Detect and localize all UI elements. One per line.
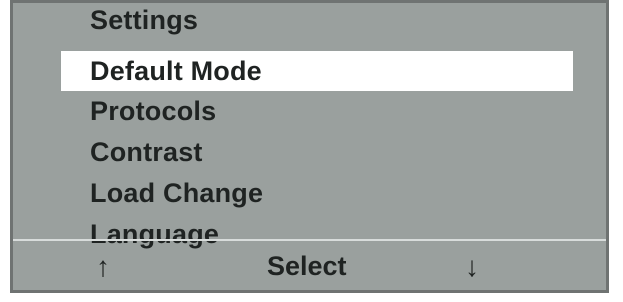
- lcd-screen: Settings Default Mode Protocols Contrast…: [10, 0, 609, 293]
- menu-item-default-mode[interactable]: Default Mode: [61, 51, 573, 91]
- down-arrow-icon[interactable]: ↓: [465, 243, 479, 290]
- menu-item-contrast[interactable]: Contrast: [13, 132, 606, 173]
- softkey-bar: ↑ Select ↓: [13, 243, 606, 290]
- up-arrow-icon[interactable]: ↑: [96, 243, 110, 290]
- softkey-divider: [13, 239, 606, 241]
- menu-title: Settings: [90, 5, 199, 35]
- menu-item-load-change[interactable]: Load Change: [13, 173, 606, 214]
- menu-list: Default Mode Protocols Contrast Load Cha…: [13, 51, 606, 255]
- select-button[interactable]: Select: [267, 243, 347, 290]
- menu-item-protocols[interactable]: Protocols: [13, 91, 606, 132]
